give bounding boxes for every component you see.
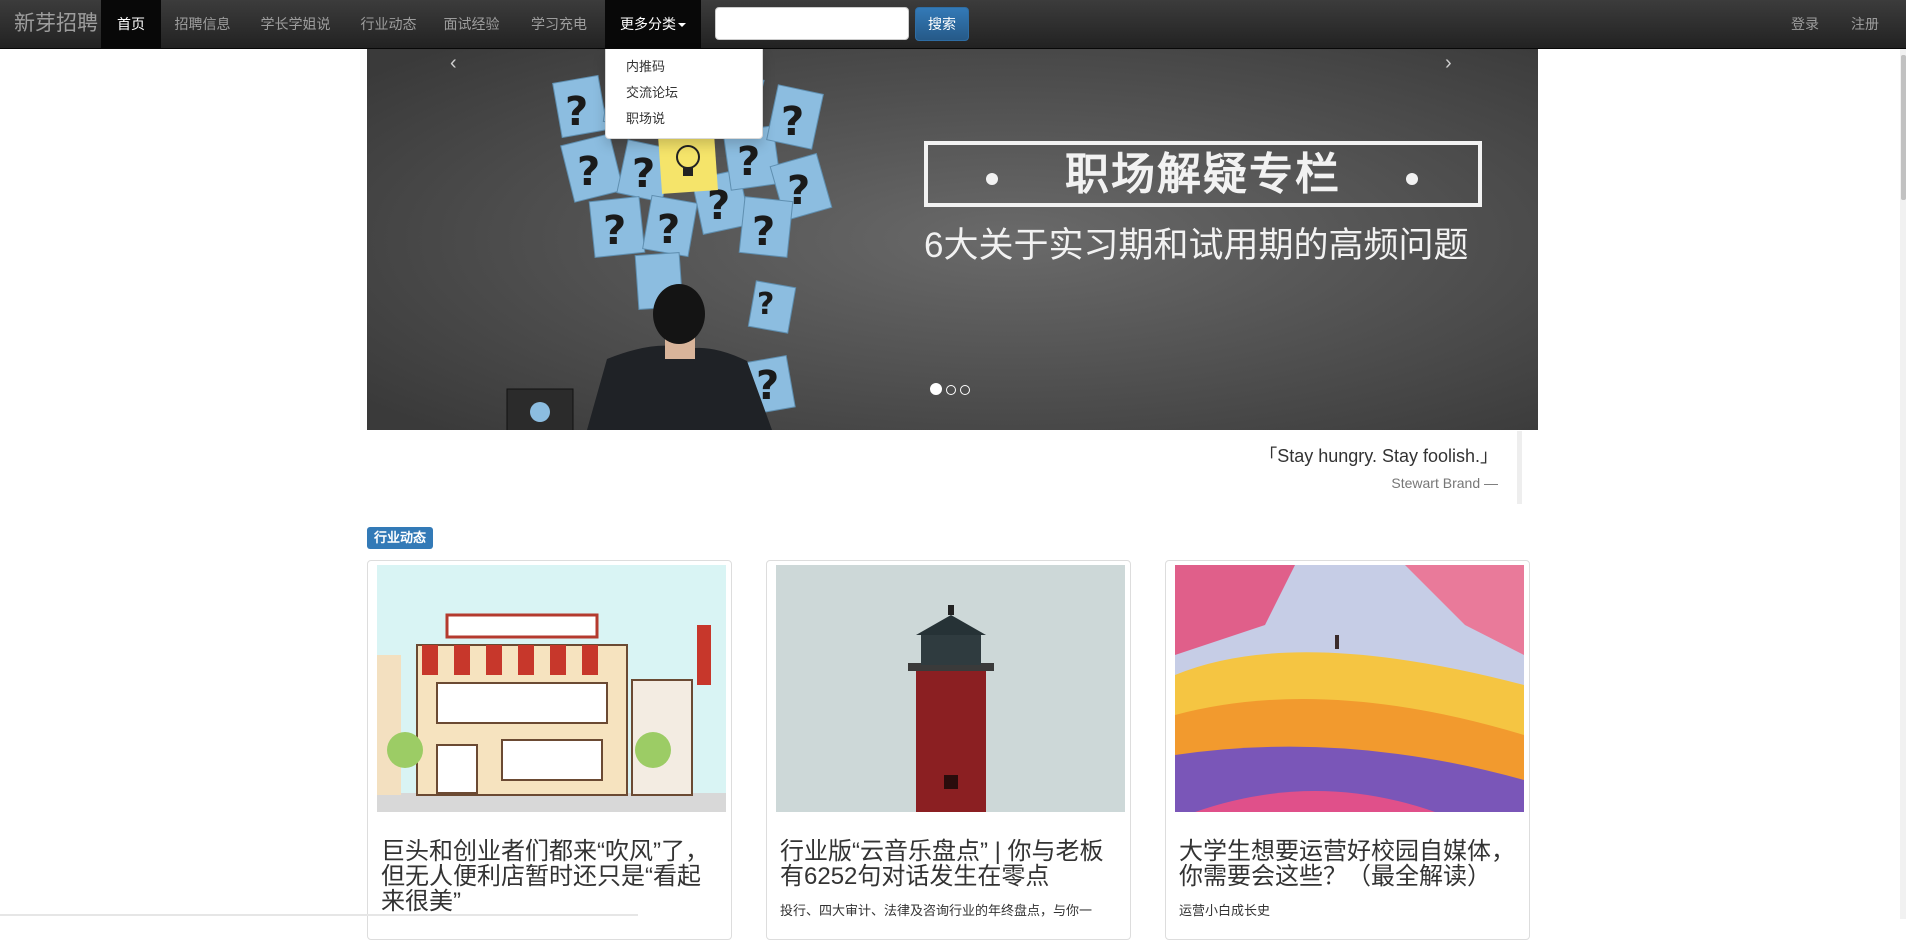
quote-text: 「Stay hungry. Stay foolish.」 xyxy=(1259,446,1498,466)
quote-author: Stewart Brand — xyxy=(1391,475,1498,491)
nav-industry-news[interactable]: 行业动态 xyxy=(347,0,430,49)
banner-bullet-right xyxy=(1406,173,1418,185)
svg-text:?: ? xyxy=(603,208,626,254)
article-desc: 投行、四大审计、法律及咨询行业的年终盘点，与你一 xyxy=(780,903,1093,918)
svg-text:?: ? xyxy=(657,207,680,253)
carousel-next-control[interactable]: › xyxy=(1445,49,1452,77)
article-card-1[interactable]: 巨头和创业者们都来“吹风”了，但无人便利店暂时还只是“看起来很美” xyxy=(367,560,732,940)
article-thumbnail-store[interactable] xyxy=(377,565,726,812)
carousel-indicator-3[interactable] xyxy=(960,385,970,395)
dropdown-item-workplace-talk[interactable]: 职场说 xyxy=(606,107,762,133)
carousel-prev-control[interactable]: ‹ xyxy=(450,49,457,77)
svg-text:?: ? xyxy=(737,139,760,185)
dropdown-item-referral-code[interactable]: 内推码 xyxy=(606,55,762,81)
scrollbar-thumb[interactable] xyxy=(1901,55,1906,200)
more-dropdown-menu: 内推码 交流论坛 职场说 xyxy=(605,49,763,139)
article-thumbnail-illustration[interactable] xyxy=(1175,565,1524,812)
search-button[interactable]: 搜索 xyxy=(915,7,969,41)
nav-more-label: 更多分类 xyxy=(620,16,676,32)
nav-jobs[interactable]: 招聘信息 xyxy=(161,0,244,49)
banner-title: 职场解疑专栏 xyxy=(1065,150,1341,199)
article-title[interactable]: 行业版“云音乐盘点” | 你与老板有6252句对话发生在零点 xyxy=(780,839,1120,889)
carousel-indicators xyxy=(930,382,974,400)
svg-text:?: ? xyxy=(577,149,600,195)
svg-text:?: ? xyxy=(781,99,804,145)
register-link[interactable]: 注册 xyxy=(1851,0,1879,49)
nav-learning[interactable]: 学习充电 xyxy=(513,0,605,49)
carousel-indicator-2[interactable] xyxy=(946,385,956,395)
svg-text:?: ? xyxy=(757,287,774,322)
top-navbar: 新芽招聘 首页 招聘信息 学长学姐说 行业动态 面试经验 学习充电 更多分类 搜… xyxy=(0,0,1906,49)
dropdown-item-forum[interactable]: 交流论坛 xyxy=(606,81,762,107)
nav-more-dropdown[interactable]: 更多分类 xyxy=(605,0,701,49)
nav-home[interactable]: 首页 xyxy=(101,0,161,49)
section-label-industry-news[interactable]: 行业动态 xyxy=(367,527,434,549)
article-thumbnail-lighthouse[interactable] xyxy=(776,565,1125,812)
banner-title-box: 职场解疑专栏 xyxy=(924,141,1482,207)
article-card-3[interactable]: 大学生想要运营好校园自媒体，你需要会这些？（最全解读） 运营小白成长史 xyxy=(1165,560,1530,940)
quote-block: 「Stay hungry. Stay foolish.」 Stewart Bra… xyxy=(367,431,1522,504)
carousel-indicator-1[interactable] xyxy=(930,383,942,395)
hero-carousel: ??? ??? ??? ??? ?? ‹ › 职场解疑专栏 6大关于实习期和试用… xyxy=(367,49,1538,430)
svg-text:?: ? xyxy=(632,151,655,197)
nav-seniors-say[interactable]: 学长学姐说 xyxy=(244,0,347,49)
login-link[interactable]: 登录 xyxy=(1791,0,1819,49)
banner-subtitle: 6大关于实习期和试用期的高频问题 xyxy=(924,226,1469,265)
caret-down-icon xyxy=(678,23,686,28)
article-card-2[interactable]: 行业版“云音乐盘点” | 你与老板有6252句对话发生在零点 投行、四大审计、法… xyxy=(766,560,1131,940)
status-bar-edge xyxy=(0,914,638,916)
search-input[interactable] xyxy=(715,7,909,40)
brand-logo[interactable]: 新芽招聘 xyxy=(14,0,98,49)
nav-interview-experience[interactable]: 面试经验 xyxy=(430,0,513,49)
svg-text:?: ? xyxy=(565,89,588,135)
article-desc: 运营小白成长史 xyxy=(1179,903,1271,918)
svg-text:?: ? xyxy=(752,209,775,255)
article-title[interactable]: 大学生想要运营好校园自媒体，你需要会这些？（最全解读） xyxy=(1179,839,1519,889)
article-title[interactable]: 巨头和创业者们都来“吹风”了，但无人便利店暂时还只是“看起来很美” xyxy=(381,839,721,914)
svg-text:?: ? xyxy=(787,168,810,214)
